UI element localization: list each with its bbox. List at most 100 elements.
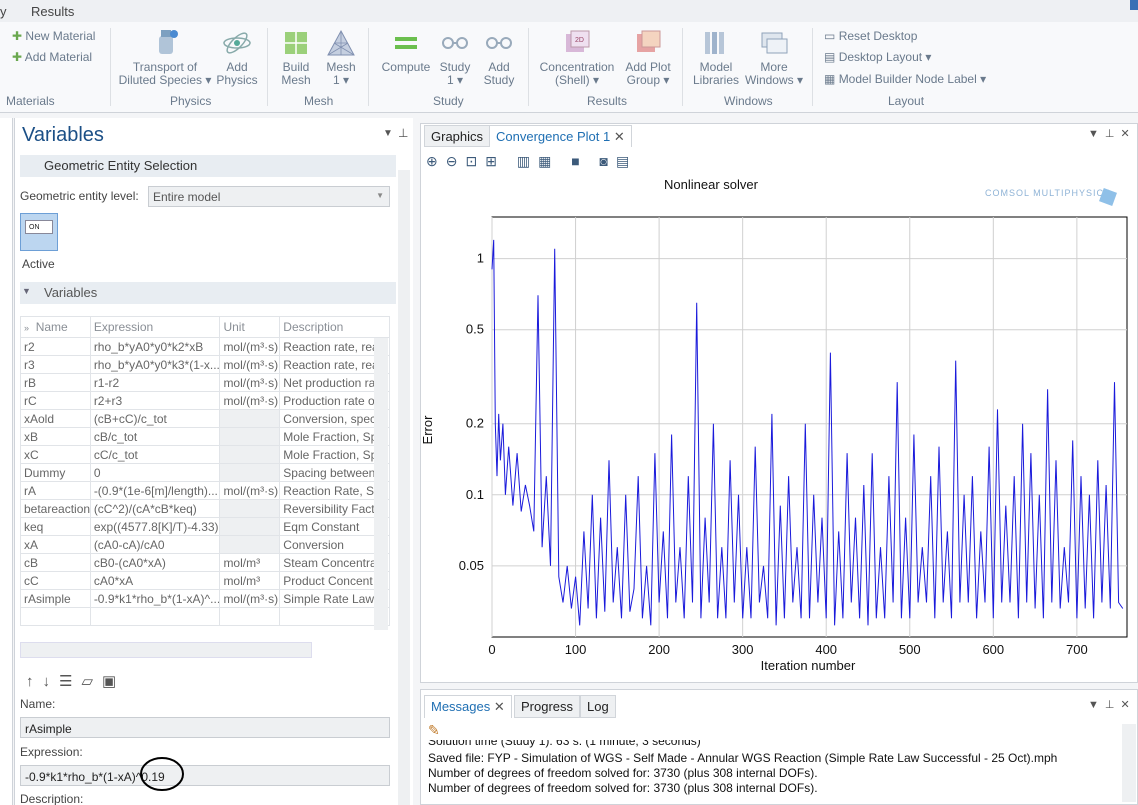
table-vertical-scrollbar[interactable] — [374, 338, 388, 630]
name-input[interactable]: rAsimple — [20, 717, 390, 738]
ribbon-separator — [682, 28, 683, 106]
expression-input[interactable]: -0.9*k1*rho_b*(1-xA)^0.19 — [20, 765, 390, 786]
table-row[interactable]: rA -(0.9*(1e-6[m]/length)... mol/(m³·s) Rea… — [20, 481, 390, 500]
column-header-expression[interactable]: Expression — [89, 316, 221, 338]
close-icon[interactable]: ✕ — [1120, 699, 1135, 711]
move-down-icon[interactable]: ↓ — [43, 673, 60, 690]
cell-name: rAsimple — [20, 589, 91, 608]
table-row[interactable]: rB r1-r2 mol/(m³·s) Net production ra — [20, 373, 390, 392]
panel-menu-icon[interactable]: ▼ — [1088, 699, 1105, 711]
table-row[interactable]: r3 rho_b*yA0*y0*k3*(1-x... mol/(m³·s) React… — [20, 355, 390, 374]
model-libraries-icon — [705, 32, 724, 54]
column-header-name[interactable]: » Name — [20, 316, 91, 338]
table-row[interactable]: keq exp((4577.8[K]/T)-4.33) Eqm Constant — [20, 517, 390, 536]
geometric-entity-selection-header[interactable]: Geometric Entity Selection — [20, 155, 396, 177]
expression-label: Expression: — [20, 745, 83, 759]
variables-section-header[interactable]: ▼ Variables — [20, 282, 396, 304]
convergence-chart[interactable]: Nonlinear solver COMSOL MULTIPHYSICS 0 10… — [421, 172, 1137, 680]
table-row[interactable]: rAsimple -0.9*k1*rho_b*(1-xA)^... mol/(m³·… — [20, 589, 390, 608]
column-header-unit[interactable]: Unit — [219, 316, 281, 338]
add-study-button[interactable]: Add Study — [480, 28, 518, 87]
zoom-extents-icon[interactable]: ⊞ — [485, 153, 505, 169]
messages-scrollbar[interactable] — [1122, 724, 1136, 802]
table-row[interactable]: xA (cA0-cA)/cA0 Conversion — [20, 535, 390, 554]
table-row[interactable]: cC cA0*xA mol/m³ Product Concent — [20, 571, 390, 590]
camera-icon[interactable]: ◙ — [600, 153, 616, 169]
geo-level-select[interactable]: Entire model ▼ — [148, 186, 390, 207]
table-row[interactable]: betareaction (cC^2)/(cA*cB*keq) Reversibil… — [20, 499, 390, 518]
tab-graphics[interactable]: Graphics — [424, 125, 491, 147]
name-label: Name: — [20, 697, 56, 711]
more-windows-button[interactable]: More Windows ▾ — [744, 28, 804, 87]
comsol-logo-text: COMSOL MULTIPHYSICS — [985, 188, 1111, 198]
x-tick-label: 500 — [899, 642, 921, 657]
ribbon-tab-partial[interactable]: y — [0, 4, 7, 19]
messages-log: Solution time (Study 1): 63 s. (1 minute… — [424, 740, 1114, 802]
table-row[interactable]: rC r2+r3 mol/(m³·s) Production rate o — [20, 391, 390, 410]
table-row[interactable]: Dummy 0 Spacing between — [20, 463, 390, 482]
chevron-down-icon: ▼ — [376, 191, 384, 200]
compute-button[interactable]: Compute — [378, 28, 434, 74]
close-tab-icon[interactable]: ✕ — [614, 129, 625, 144]
cell-empty — [219, 607, 281, 626]
add-material-button[interactable]: ✚ Add Material — [12, 50, 92, 64]
mesh-1-button[interactable]: Mesh 1 ▾ — [322, 28, 360, 87]
table-icon[interactable]: ▦ — [538, 153, 559, 169]
variables-table: » Name Expression Unit Description r2 rho… — [20, 316, 390, 626]
reset-desktop-button[interactable]: ▭ Reset Desktop — [824, 29, 917, 43]
cell-unit — [219, 463, 281, 482]
cell-unit: mol/(m³·s) — [219, 355, 281, 374]
lock-icon[interactable]: ■ — [571, 153, 587, 169]
cell-unit — [219, 517, 281, 536]
tab-messages[interactable]: Messages ✕ — [424, 695, 512, 718]
table-horizontal-scrollbar[interactable] — [20, 642, 312, 658]
atom-icon — [223, 32, 251, 54]
study-1-button[interactable]: Study 1 ▾ — [436, 28, 474, 87]
model-builder-node-label-button[interactable]: ▦ Model Builder Node Label ▾ — [824, 72, 986, 86]
zoom-box-icon[interactable]: ⊡ — [465, 153, 485, 169]
cell-unit — [219, 499, 281, 518]
print-icon[interactable]: ▤ — [616, 153, 637, 169]
open-folder-icon[interactable]: ▱ — [81, 673, 102, 690]
y-tick-label: 1 — [477, 251, 484, 266]
tab-progress[interactable]: Progress — [514, 695, 581, 718]
pin-icon[interactable]: ⊥ — [1105, 699, 1121, 711]
settings-scrollbar[interactable] — [398, 170, 410, 805]
add-plot-group-button[interactable]: Add Plot Group ▾ — [622, 28, 674, 87]
cell-name: cB — [20, 553, 91, 572]
transport-diluted-species-button[interactable]: Transport of Diluted Species ▾ — [118, 28, 212, 87]
panel-menu-icon[interactable]: ▼ — [383, 128, 393, 139]
x-tick-label: 100 — [565, 642, 587, 657]
table-row[interactable]: r2 rho_b*yA0*y0*k2*xB mol/(m³·s) Reaction r… — [20, 337, 390, 356]
tab-convergence-plot[interactable]: Convergence Plot 1 ✕ — [489, 125, 632, 147]
table-row[interactable]: xAold (cB+cC)/c_tot Conversion, spec — [20, 409, 390, 428]
new-material-button[interactable]: ✚ New Material — [12, 29, 95, 43]
zoom-out-icon[interactable]: ⊖ — [446, 153, 466, 169]
zoom-in-icon[interactable]: ⊕ — [426, 153, 446, 169]
active-toggle-button[interactable]: ON — [20, 213, 58, 251]
desktop-layout-button[interactable]: ▤ Desktop Layout ▾ — [824, 50, 931, 64]
model-libraries-button[interactable]: Model Libraries — [690, 28, 742, 87]
move-up-icon[interactable]: ↑ — [26, 673, 43, 690]
table-row[interactable]: cB cB0-(cA0*xA) mol/m³ Steam Concentra — [20, 553, 390, 572]
add-physics-button[interactable]: Add Physics — [212, 28, 262, 87]
cell-expression: (cB+cC)/c_tot — [89, 409, 221, 428]
save-icon[interactable]: ▣ — [102, 673, 125, 690]
panel-menu-icon[interactable]: ▼ — [1088, 128, 1105, 140]
build-mesh-button[interactable]: Build Mesh — [276, 28, 316, 87]
ribbon-tab-results[interactable]: Results — [31, 4, 74, 19]
grid-icon[interactable]: ▥ — [517, 153, 538, 169]
pin-icon[interactable]: ⊥ — [1105, 128, 1121, 140]
table-row[interactable]: xC cC/c_tot Mole Fraction, Sp — [20, 445, 390, 464]
pin-icon[interactable]: ⊥ — [398, 126, 408, 140]
clear-list-icon[interactable]: ☰ — [59, 673, 81, 690]
plot-window-controls: ▼⊥✕ — [1088, 127, 1136, 140]
table-row[interactable]: xB cB/c_tot Mole Fraction, Sp — [20, 427, 390, 446]
tab-log[interactable]: Log — [580, 695, 616, 718]
close-icon[interactable]: ✕ — [1120, 128, 1135, 140]
clear-messages-icon[interactable]: ✎ — [428, 722, 440, 739]
close-tab-icon[interactable]: ✕ — [494, 699, 505, 714]
column-header-description[interactable]: Description — [279, 316, 390, 338]
concentration-shell-button[interactable]: 2D Concentration (Shell) ▾ — [536, 28, 618, 87]
cell-expression: r2+r3 — [89, 391, 221, 410]
